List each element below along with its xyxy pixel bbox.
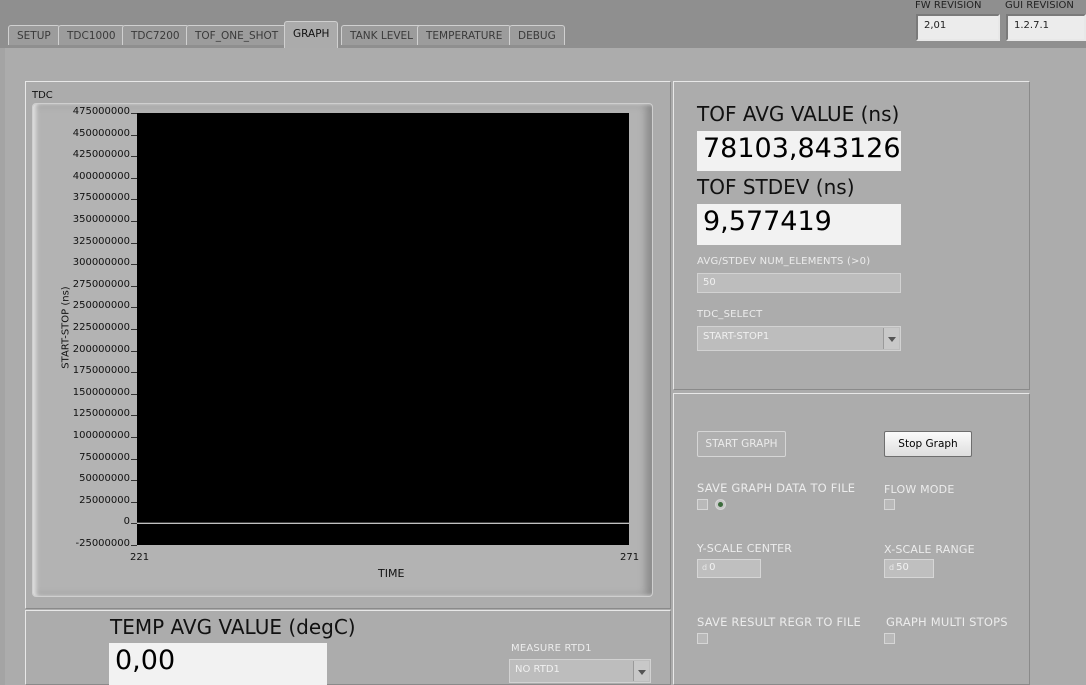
y-tick-label: 50000000	[79, 473, 130, 485]
tof-avg-label: TOF AVG VALUE (ns)	[697, 102, 900, 126]
y-tick-mark	[131, 437, 137, 438]
measure-rtd1-value: NO RTD1	[515, 664, 560, 675]
y-scale-center-label: Y-SCALE CENTER	[697, 542, 793, 555]
y-tick-mark	[131, 501, 137, 503]
tab-bar: SETUP TDC1000 TDC7200 TOF_ONE_SHOT GRAPH…	[0, 0, 1086, 48]
stop-graph-button[interactable]: Stop Graph	[884, 431, 972, 457]
temp-avg-label: TEMP AVG VALUE (degC)	[110, 615, 356, 639]
y-tick-label: 325000000	[72, 235, 130, 247]
temp-avg-value: 0,00	[109, 643, 327, 685]
y-tick-mark	[131, 264, 137, 266]
tab-tdc1000[interactable]: TDC1000	[58, 25, 125, 45]
y-tick-mark	[131, 177, 137, 179]
y-tick-label: 375000000	[72, 192, 130, 204]
y-tick-label: 275000000	[72, 278, 130, 290]
y-tick-mark	[131, 242, 137, 244]
tdc-select-value: START-STOP1	[703, 331, 770, 342]
start-graph-button[interactable]: START GRAPH	[697, 431, 786, 457]
x-axis-label: TIME	[378, 567, 405, 580]
tab-debug[interactable]: DEBUG	[509, 25, 565, 45]
gui-revision-label: GUI REVISION	[1005, 0, 1074, 11]
y-tick-mark	[131, 523, 137, 525]
tab-setup[interactable]: SETUP	[8, 25, 60, 45]
y-tick-label: 125000000	[72, 408, 130, 420]
y-tick-label: 425000000	[72, 149, 130, 161]
y-tick-label: 150000000	[72, 386, 130, 398]
y-tick-mark	[131, 113, 137, 114]
save-graph-indicator-icon	[715, 499, 726, 510]
y-tick-label: 250000000	[72, 300, 130, 312]
plot-area[interactable]	[137, 113, 629, 545]
tof-stdev-value: 9,577419	[697, 204, 901, 245]
save-graph-label: SAVE GRAPH DATA TO FILE	[697, 481, 856, 495]
fw-revision-value: 2,01	[916, 14, 1000, 41]
graph-title: TDC	[32, 90, 53, 101]
y-tick-mark	[131, 393, 137, 395]
y-tick-mark	[131, 134, 137, 136]
y-tick-mark	[131, 221, 137, 222]
y-tick-mark	[131, 480, 137, 482]
measure-rtd1-label: MEASURE RTD1	[511, 643, 592, 654]
y-tick-mark	[131, 285, 137, 287]
save-result-label: SAVE RESULT REGR TO FILE	[697, 615, 861, 629]
y-tick-label: 450000000	[72, 127, 130, 139]
y-tick-mark	[131, 329, 137, 330]
graph-multi-stops-label: GRAPH MULTI STOPS	[886, 615, 1008, 629]
num-elements-label: AVG/STDEV NUM_ELEMENTS (>0)	[697, 256, 871, 267]
tab-tdc7200[interactable]: TDC7200	[122, 25, 189, 45]
save-result-checkbox[interactable]	[697, 633, 708, 644]
y-tick-label: 200000000	[72, 343, 130, 355]
y-tick-label: 175000000	[72, 365, 130, 377]
y-tick-label: 75000000	[79, 451, 130, 463]
y-scale-center-field[interactable]: d0	[697, 559, 761, 578]
measure-rtd1-dropdown[interactable]: NO RTD1	[509, 659, 651, 683]
tdc-select-dropdown[interactable]: START-STOP1	[697, 326, 901, 351]
tab-tank-level[interactable]: TANK LEVEL	[341, 25, 423, 45]
y-tick-mark	[131, 458, 137, 460]
y-tick-label: 300000000	[72, 257, 130, 269]
numeric-d-icon: d	[702, 563, 708, 572]
y-tick-label: 350000000	[72, 214, 130, 225]
y-tick-mark	[131, 199, 137, 201]
y-axis-label: START-STOP (ns)	[60, 286, 72, 369]
numeric-d-icon: d	[889, 563, 895, 572]
x-scale-range-value: 50	[896, 562, 909, 573]
y-tick-mark	[131, 307, 137, 309]
chevron-down-icon[interactable]	[883, 328, 899, 349]
x-tick-min: 221	[130, 552, 150, 563]
y-tick-label: 225000000	[72, 322, 130, 333]
y-tick-mark	[131, 545, 137, 546]
tab-graph[interactable]: GRAPH	[284, 21, 339, 48]
tof-avg-value: 78103,843126	[697, 131, 901, 171]
chart-svg	[137, 522, 629, 524]
save-graph-checkbox[interactable]	[697, 499, 708, 510]
tof-stdev-label: TOF STDEV (ns)	[697, 175, 855, 199]
y-scale-center-value: 0	[709, 562, 716, 573]
flow-mode-label: FLOW MODE	[884, 483, 955, 496]
y-tick-label: 25000000	[79, 494, 130, 506]
gui-revision-value: 1.2.7.1	[1006, 14, 1086, 41]
x-tick-max: 271	[620, 552, 640, 563]
y-tick-mark	[131, 156, 137, 158]
y-tick-mark	[131, 372, 137, 374]
num-elements-field[interactable]: 50	[697, 273, 901, 293]
chevron-down-icon[interactable]	[633, 661, 649, 681]
y-tick-label: 475000000	[72, 106, 130, 117]
y-tick-label: 0	[123, 516, 130, 528]
y-tick-label: 400000000	[72, 170, 130, 182]
x-scale-range-field[interactable]: d 50	[884, 559, 934, 578]
fw-revision-label: FW REVISION	[915, 0, 982, 11]
y-tick-mark	[131, 415, 137, 417]
y-tick-label: 100000000	[72, 430, 130, 441]
x-scale-range-label: X-SCALE RANGE	[884, 543, 975, 556]
y-tick-label: -25000000	[75, 538, 130, 549]
tab-temperature[interactable]: TEMPERATURE	[417, 25, 512, 45]
tdc-select-label: TDC_SELECT	[697, 309, 763, 320]
graph-multi-stops-checkbox[interactable]	[884, 633, 895, 644]
tab-tof-one-shot[interactable]: TOF_ONE_SHOT	[186, 25, 288, 45]
flow-mode-checkbox[interactable]	[884, 499, 895, 510]
y-tick-mark	[131, 350, 137, 352]
